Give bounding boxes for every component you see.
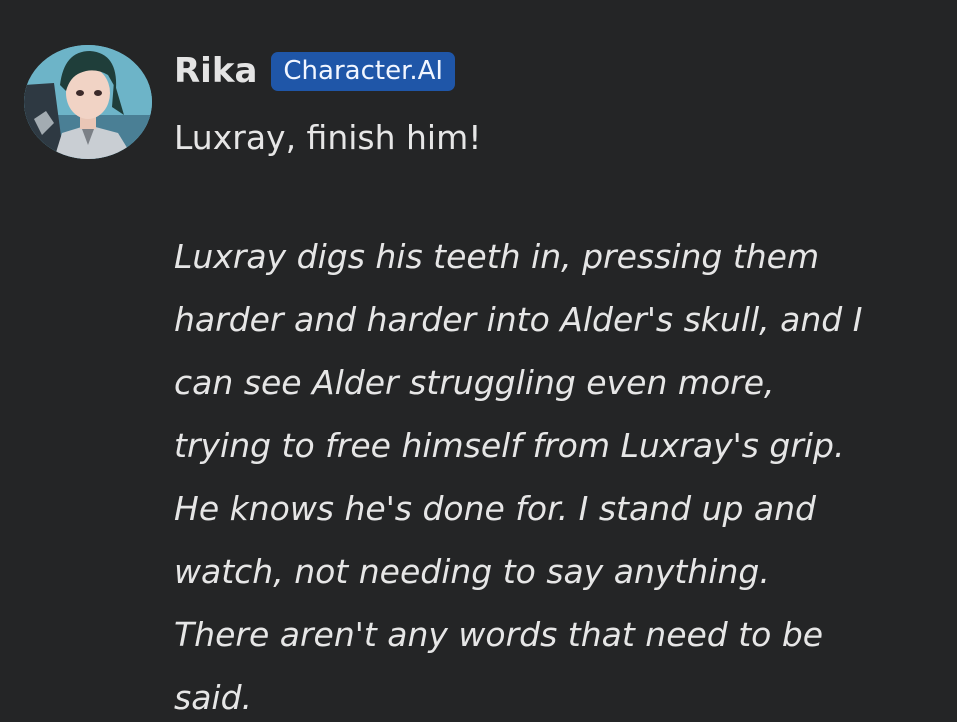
narration-line: There aren't any words that need to be — [174, 615, 824, 654]
narration-line: Luxray digs his teeth in, pressing them — [174, 237, 820, 276]
avatar[interactable] — [24, 45, 152, 159]
author-name[interactable]: Rika — [174, 51, 257, 91]
character-avatar-icon — [24, 45, 152, 159]
narration-line: harder and harder into Alder's skull, an… — [174, 300, 863, 339]
narration-line: said. — [174, 678, 253, 717]
narration-line: He knows he's done for. I stand up and — [174, 489, 817, 528]
narration-line: trying to free himself from Luxray's gri… — [174, 426, 845, 465]
dialogue-text: Luxray, finish him! — [174, 118, 482, 157]
narration-line: can see Alder struggling even more, — [174, 363, 775, 402]
character-ai-badge: Character.AI — [271, 51, 456, 91]
author-row: Rika Character.AI — [174, 45, 456, 97]
chat-message: Rika Character.AI Luxray, finish him! Lu… — [0, 0, 957, 722]
message-body: Luxray, finish him! Luxray digs his teet… — [174, 106, 934, 722]
narration-line: watch, not needing to say anything. — [174, 552, 770, 591]
